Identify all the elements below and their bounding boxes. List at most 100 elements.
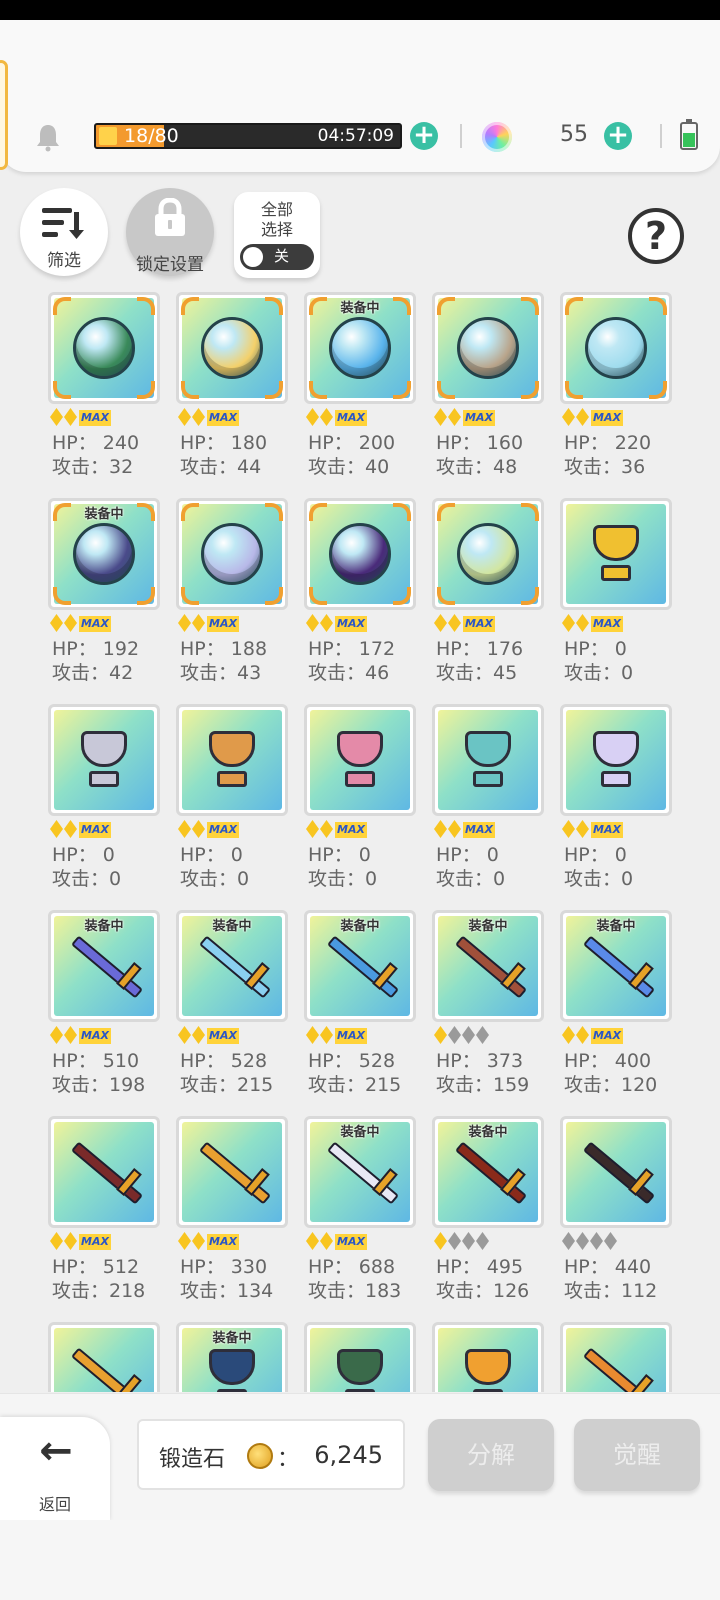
- orb-icon: [73, 523, 135, 585]
- star-empty-icon: [562, 1232, 575, 1250]
- item-card[interactable]: [560, 704, 672, 816]
- star-empty-icon: [604, 1232, 617, 1250]
- item-slot[interactable]: [304, 1322, 416, 1392]
- star-filled-icon: [50, 408, 63, 426]
- item-card[interactable]: [48, 292, 160, 404]
- item-slot[interactable]: [48, 1322, 160, 1392]
- item-slot[interactable]: 装备中 MAX HP： 200 攻击：40: [304, 292, 416, 492]
- item-card[interactable]: 装备中: [304, 910, 416, 1022]
- attack-stat: 攻击：218: [52, 1280, 146, 1302]
- decompose-button[interactable]: 分解: [428, 1419, 554, 1491]
- add-energy-button[interactable]: +: [410, 122, 438, 150]
- item-slot[interactable]: [560, 1322, 672, 1392]
- max-badge: MAX: [591, 1028, 623, 1044]
- hp-stat: HP： 220: [564, 432, 652, 454]
- item-card[interactable]: [432, 704, 544, 816]
- item-slot[interactable]: MAX HP： 0 攻击：0: [560, 498, 672, 698]
- add-gems-button[interactable]: +: [604, 122, 632, 150]
- item-slot[interactable]: MAX HP： 188 攻击：43: [176, 498, 288, 698]
- item-slot[interactable]: [432, 1322, 544, 1392]
- item-slot[interactable]: MAX HP： 160 攻击：48: [432, 292, 544, 492]
- attack-stat: 攻击：48: [436, 456, 518, 478]
- rarity-stars: MAX: [434, 820, 546, 840]
- side-tab[interactable]: [0, 60, 8, 170]
- item-card[interactable]: [176, 292, 288, 404]
- select-all-box: 全部 选择 关: [234, 192, 320, 278]
- item-slot[interactable]: 装备中 MAX HP： 528 攻击：215: [304, 910, 416, 1110]
- attack-stat: 攻击：198: [52, 1074, 146, 1096]
- item-slot[interactable]: MAX HP： 0 攻击：0: [560, 704, 672, 904]
- item-card[interactable]: [560, 1322, 672, 1392]
- star-empty-icon: [576, 1232, 589, 1250]
- help-button[interactable]: ?: [628, 208, 684, 264]
- item-slot[interactable]: 装备中 HP： 373 攻击：159: [432, 910, 544, 1110]
- select-all-toggle[interactable]: 关: [240, 244, 314, 270]
- attack-stat: 攻击：126: [436, 1280, 530, 1302]
- item-slot[interactable]: 装备中 MAX HP： 510 攻击：198: [48, 910, 160, 1110]
- item-card[interactable]: [560, 1116, 672, 1228]
- item-card[interactable]: 装备中: [304, 1116, 416, 1228]
- bell-icon[interactable]: [34, 122, 62, 152]
- item-card[interactable]: [432, 1322, 544, 1392]
- item-slot[interactable]: MAX HP： 240 攻击：32: [48, 292, 160, 492]
- item-card[interactable]: [48, 1322, 160, 1392]
- item-card[interactable]: [432, 292, 544, 404]
- equipped-badge: 装备中: [468, 919, 508, 934]
- star-filled-icon: [192, 614, 205, 632]
- item-slot[interactable]: MAX HP： 0 攻击：0: [48, 704, 160, 904]
- item-card[interactable]: 装备中: [304, 292, 416, 404]
- item-slot[interactable]: 装备中 MAX HP： 688 攻击：183: [304, 1116, 416, 1316]
- item-card[interactable]: [304, 498, 416, 610]
- item-card[interactable]: [48, 704, 160, 816]
- item-slot[interactable]: MAX HP： 512 攻击：218: [48, 1116, 160, 1316]
- item-card[interactable]: [304, 704, 416, 816]
- item-card[interactable]: 装备中: [48, 910, 160, 1022]
- item-slot[interactable]: MAX HP： 0 攻击：0: [304, 704, 416, 904]
- awaken-button[interactable]: 觉醒: [574, 1419, 700, 1491]
- item-card[interactable]: 装备中: [560, 910, 672, 1022]
- item-slot[interactable]: MAX HP： 0 攻击：0: [176, 704, 288, 904]
- rarity-stars: MAX: [50, 820, 162, 840]
- item-slot[interactable]: 装备中 HP： 495 攻击：126: [432, 1116, 544, 1316]
- lock-settings-label: 锁定设置: [136, 255, 204, 275]
- back-button[interactable]: ← 返回: [0, 1417, 110, 1521]
- item-slot[interactable]: 装备中 MAX HP： 528 攻击：215: [176, 910, 288, 1110]
- star-filled-icon: [306, 408, 319, 426]
- item-card[interactable]: 装备中: [48, 498, 160, 610]
- attack-stat: 攻击：40: [308, 456, 390, 478]
- item-slot[interactable]: MAX HP： 172 攻击：46: [304, 498, 416, 698]
- item-card[interactable]: 装备中: [432, 910, 544, 1022]
- item-card[interactable]: [304, 1322, 416, 1392]
- attack-stat: 攻击：183: [308, 1280, 402, 1302]
- item-card[interactable]: [48, 1116, 160, 1228]
- item-card[interactable]: 装备中: [176, 1322, 288, 1392]
- item-slot[interactable]: MAX HP： 330 攻击：134: [176, 1116, 288, 1316]
- item-card[interactable]: [560, 292, 672, 404]
- filter-button[interactable]: 筛选: [20, 188, 108, 276]
- item-card[interactable]: [560, 498, 672, 610]
- rarity-stars: MAX: [306, 408, 418, 428]
- item-slot[interactable]: MAX HP： 220 攻击：36: [560, 292, 672, 492]
- item-card[interactable]: 装备中: [432, 1116, 544, 1228]
- item-slot[interactable]: MAX HP： 0 攻击：0: [432, 704, 544, 904]
- attack-stat: 攻击：112: [564, 1280, 658, 1302]
- item-slot[interactable]: MAX HP： 176 攻击：45: [432, 498, 544, 698]
- item-card[interactable]: [176, 704, 288, 816]
- item-slot[interactable]: 装备中 MAX HP： 192 攻击：42: [48, 498, 160, 698]
- star-filled-icon: [192, 1026, 205, 1044]
- item-slot[interactable]: MAX HP： 180 攻击：44: [176, 292, 288, 492]
- star-filled-icon: [576, 408, 589, 426]
- hp-stat: HP： 512: [52, 1256, 140, 1278]
- max-badge: MAX: [591, 410, 623, 426]
- item-card[interactable]: 装备中: [176, 910, 288, 1022]
- star-empty-icon: [448, 1232, 461, 1250]
- item-slot[interactable]: HP： 440 攻击：112: [560, 1116, 672, 1316]
- item-slot[interactable]: 装备中: [176, 1322, 288, 1392]
- star-filled-icon: [448, 820, 461, 838]
- max-badge: MAX: [79, 410, 111, 426]
- item-card[interactable]: [176, 1116, 288, 1228]
- item-card[interactable]: [176, 498, 288, 610]
- item-card[interactable]: [432, 498, 544, 610]
- divider: [660, 124, 662, 148]
- item-slot[interactable]: 装备中 MAX HP： 400 攻击：120: [560, 910, 672, 1110]
